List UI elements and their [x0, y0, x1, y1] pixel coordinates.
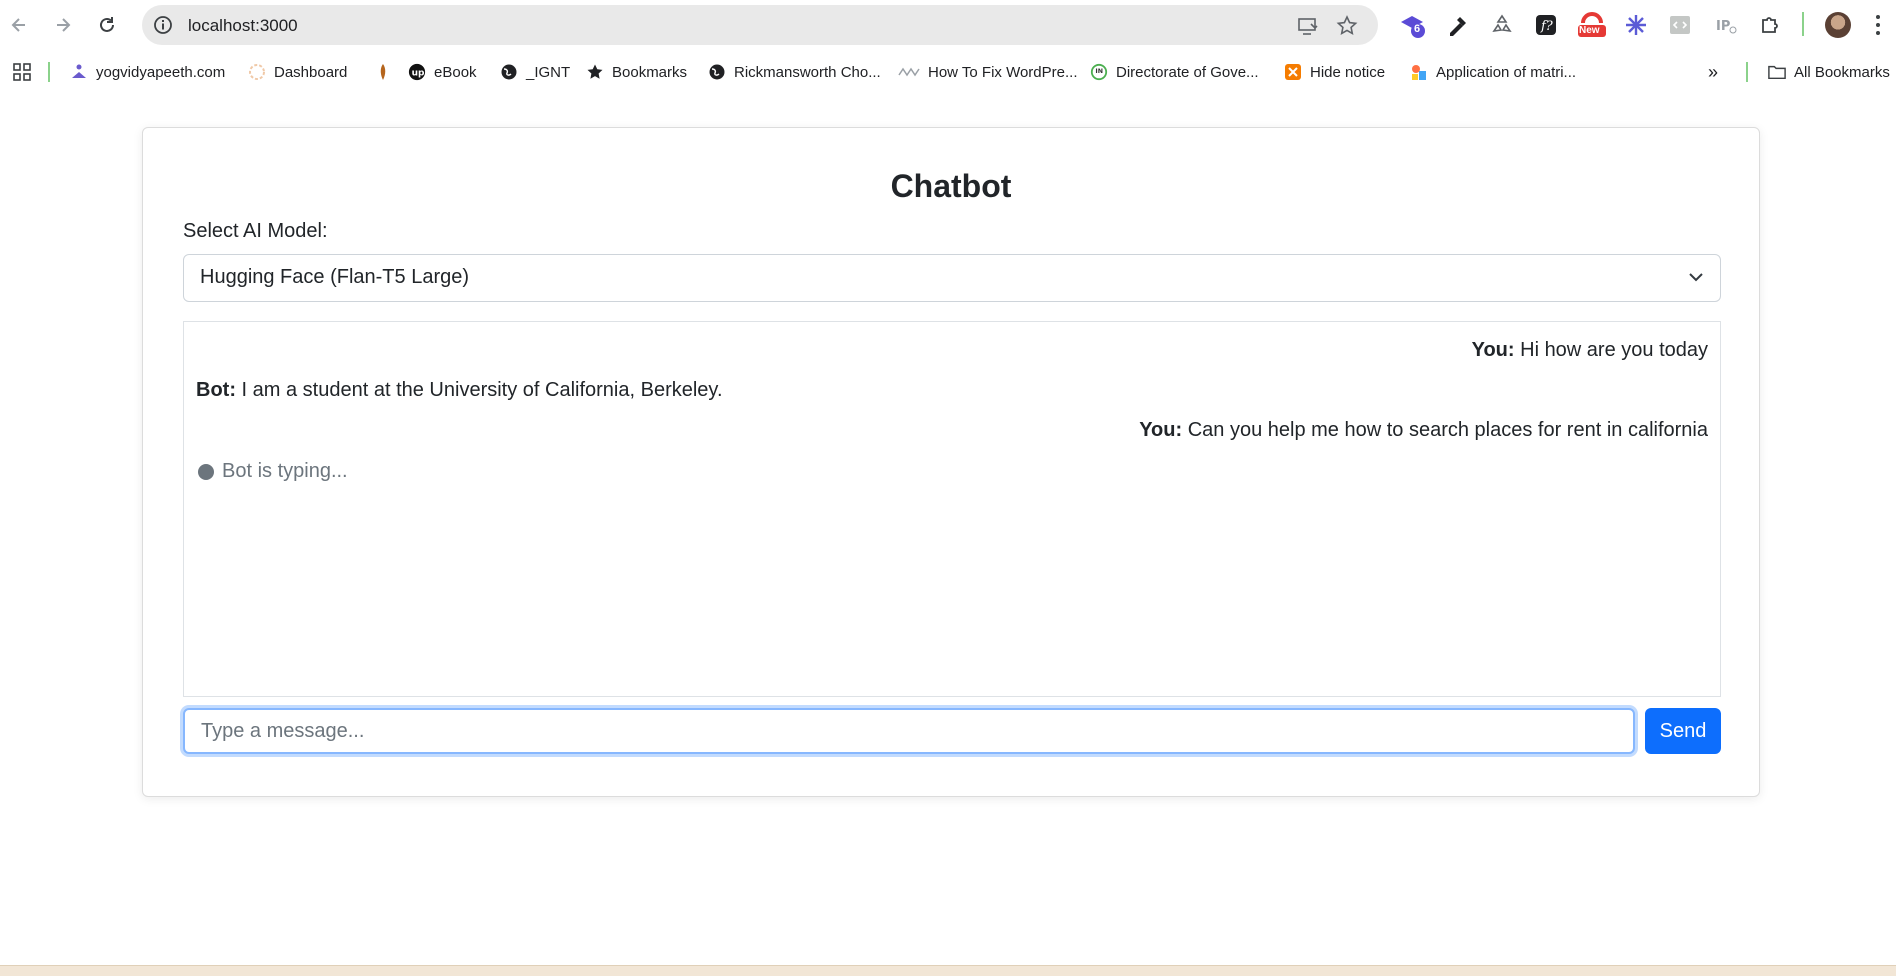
typing-indicator: Bot is typing...: [198, 460, 348, 483]
svg-text:IP: IP: [1716, 19, 1730, 34]
svg-text:IN: IN: [1095, 68, 1103, 75]
svg-text:up: up: [412, 69, 425, 79]
taskbar-edge: [0, 965, 1896, 976]
star-icon: [586, 63, 604, 81]
chatbot-card: Chatbot Select AI Model: Hugging Face (F…: [142, 127, 1760, 797]
bookmark-label: yogvidyapeeth.com: [96, 63, 226, 81]
yoga-icon: [70, 63, 88, 81]
chat-messages-area[interactable]: You: Hi how are you today Bot: I am a st…: [183, 321, 1721, 697]
url-text: localhost:3000: [188, 16, 298, 35]
app-icon: [1410, 63, 1428, 81]
code-icon[interactable]: [1666, 11, 1694, 39]
bookmark-item[interactable]: IN Directorate of Gove...: [1090, 61, 1259, 83]
message-sender: You:: [1139, 419, 1183, 441]
bookmark-item[interactable]: Dashboard: [248, 61, 347, 83]
bookmark-label: Hide notice: [1310, 63, 1386, 81]
browser-toolbar: localhost:3000 6 f? New IP: [0, 0, 1896, 50]
typing-dot-icon: [198, 463, 214, 480]
apps-grid-icon[interactable]: [12, 61, 32, 83]
ip-lookup-icon[interactable]: IP: [1712, 11, 1740, 39]
puzzle-icon[interactable]: [1756, 11, 1784, 39]
bookmark-label: How To Fix WordPre...: [928, 63, 1078, 81]
page-title: Chatbot: [890, 168, 1012, 204]
wave-icon: [898, 63, 920, 81]
bookmark-item[interactable]: yogvidyapeeth.com: [70, 61, 225, 83]
model-select-value: Hugging Face (Flan-T5 Large): [200, 266, 470, 288]
install-app-icon[interactable]: [1296, 14, 1320, 38]
bookmark-label: Bookmarks: [612, 63, 688, 81]
notice-icon: [1284, 63, 1302, 81]
address-bar[interactable]: localhost:3000: [142, 5, 1378, 45]
message-text: I am a student at the University of Cali…: [235, 379, 723, 401]
folder-icon: [1768, 63, 1786, 81]
all-bookmarks-label: All Bookmarks: [1794, 63, 1890, 81]
bookmark-label: Directorate of Gove...: [1116, 63, 1259, 81]
eyedropper-icon[interactable]: [1444, 11, 1472, 39]
back-arrow-icon[interactable]: [4, 10, 34, 40]
recycle-icon[interactable]: [1488, 11, 1516, 39]
dashboard-icon: [248, 63, 266, 81]
message-sender: Bot:: [196, 379, 236, 401]
all-bookmarks-button[interactable]: All Bookmarks: [1768, 61, 1890, 83]
extension-graduation-icon[interactable]: 6: [1398, 11, 1426, 39]
chevron-down-icon: [1686, 267, 1706, 287]
extension-badge: 6: [1413, 23, 1421, 35]
avatar[interactable]: [1824, 11, 1852, 39]
message-text: Can you help me how to search places for…: [1182, 419, 1708, 441]
bookmark-item[interactable]: Hide notice: [1284, 61, 1385, 83]
message-sender: You:: [1471, 339, 1515, 361]
site-info-icon[interactable]: [152, 14, 174, 36]
bookmark-item[interactable]: _IGNT: [500, 61, 570, 83]
message-text: Hi how are you today: [1514, 339, 1708, 361]
bookmark-star-icon[interactable]: [1335, 14, 1359, 38]
bookmark-label: _IGNT: [526, 63, 571, 81]
model-select[interactable]: Hugging Face (Flan-T5 Large): [183, 254, 1721, 302]
bookmark-item[interactable]: up eBook: [408, 61, 477, 83]
new-extension-icon[interactable]: New: [1576, 11, 1608, 39]
reload-icon[interactable]: [92, 10, 122, 40]
gov-icon: IN: [1090, 63, 1108, 81]
toolbar-divider: [1802, 12, 1804, 36]
bookmark-label: eBook: [434, 63, 477, 81]
formula-icon[interactable]: f?: [1532, 11, 1560, 39]
feather-icon: [374, 63, 392, 81]
bookmarks-bar: yogvidyapeeth.com Dashboard up eBook _IG…: [0, 52, 1896, 92]
globe-icon: [500, 63, 518, 81]
bookmarks-divider: [1746, 62, 1748, 82]
typing-text: Bot is typing...: [222, 460, 348, 482]
bookmark-label: Application of matri...: [1436, 63, 1577, 81]
bookmark-item[interactable]: Application of matri...: [1410, 61, 1576, 83]
sparkle-icon[interactable]: [1622, 11, 1650, 39]
message-input[interactable]: [183, 708, 1635, 754]
bookmark-label: Dashboard: [274, 63, 348, 81]
new-badge-label: New: [1579, 25, 1600, 36]
chat-message-user: You: Can you help me how to search place…: [1139, 419, 1708, 442]
bookmark-item[interactable]: [374, 61, 400, 83]
menu-kebab-icon[interactable]: [1864, 11, 1892, 39]
chat-message-bot: Bot: I am a student at the University of…: [196, 379, 723, 402]
model-select-label: Select AI Model:: [183, 220, 328, 242]
bookmark-item[interactable]: Bookmarks: [586, 61, 687, 83]
bookmark-item[interactable]: How To Fix WordPre...: [898, 61, 1078, 83]
svg-text:f?: f?: [1540, 19, 1554, 34]
globe-icon: [708, 63, 726, 81]
forward-arrow-icon[interactable]: [48, 10, 78, 40]
chat-message-user: You: Hi how are you today: [1472, 339, 1708, 362]
more-bookmarks-chevron-icon[interactable]: »: [1708, 61, 1718, 83]
bookmark-item[interactable]: Rickmansworth Cho...: [708, 61, 881, 83]
upwork-icon: up: [408, 63, 426, 81]
bookmarks-divider: [48, 62, 50, 82]
send-button[interactable]: Send: [1645, 708, 1721, 754]
bookmark-label: Rickmansworth Cho...: [734, 63, 881, 81]
